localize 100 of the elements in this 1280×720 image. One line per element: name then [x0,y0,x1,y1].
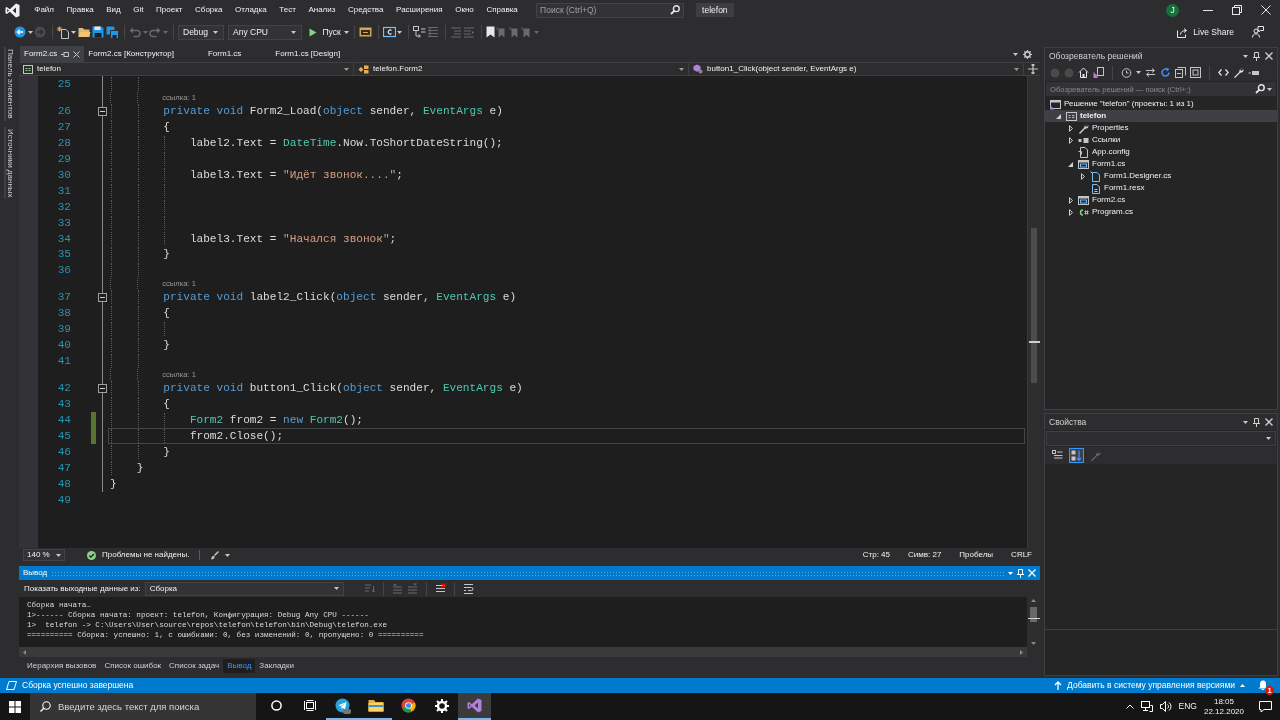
bottom-tab[interactable]: Список задач [165,659,224,673]
menu-item[interactable]: Средства [341,2,390,18]
code-line[interactable]: label3.Text = "Начался звонок"; [189,232,397,245]
document-tab[interactable]: Form1.cs [Design] [271,46,371,62]
code-line[interactable]: } [110,477,117,490]
output-source-dropdown[interactable]: Сборка [144,581,344,596]
side-tab[interactable]: Источники данных [3,126,16,200]
configuration-dropdown[interactable]: Debug [178,24,224,40]
code-line[interactable]: { [163,120,170,133]
tree-item[interactable]: Form1.Designer.cs [1045,170,1277,182]
window-icon[interactable] [359,26,373,38]
refresh-icon[interactable] [1160,67,1171,78]
search-field[interactable]: Поиск (Ctrl+Q) [536,2,685,18]
taskbar-search-field[interactable]: Введите здесь текст для поиска [30,693,256,720]
close-icon[interactable] [1265,52,1273,60]
collapsed-arrow-icon[interactable] [1068,196,1073,204]
caret-icon[interactable] [397,30,403,34]
code-icon[interactable] [1218,68,1229,77]
collapse-icon[interactable] [1175,67,1186,78]
code-line[interactable]: label2.Text = DateTime.Now.ToShortDateString(); [189,136,503,149]
live-share-button[interactable]: Live Share [1176,26,1234,38]
source-control-button[interactable]: Добавить в систему управления версиями [1067,680,1235,691]
line-ending-indicator[interactable]: CRLF [1011,550,1032,560]
home-icon[interactable] [1078,67,1089,78]
code-line[interactable]: } [136,461,144,474]
collapse-toggle-icon[interactable] [97,383,107,393]
code-line[interactable]: { [163,307,170,320]
settings-icon[interactable] [1023,49,1032,59]
column-indicator[interactable]: Симв: 27 [908,550,942,560]
frame-icon[interactable] [382,26,396,38]
platform-dropdown[interactable]: Any CPU [228,24,302,40]
tree-item[interactable]: Form1.resx [1045,182,1277,194]
back-icon[interactable] [14,26,26,38]
chevron-up-icon[interactable] [1125,704,1134,709]
code-line[interactable]: { [163,398,170,411]
clock-date[interactable]: 22.12.2020 [1203,706,1244,717]
clock-time[interactable]: 18:05 [1203,696,1244,707]
menu-item[interactable]: Окно [448,2,481,18]
tree-item[interactable]: App.config [1045,146,1277,158]
redo-icon[interactable] [149,26,161,38]
arrows-cross-icon[interactable] [1028,64,1038,74]
menu-item[interactable]: Правка [60,2,100,18]
menu-item[interactable]: Сборка [188,2,229,18]
collapsed-arrow-icon[interactable] [1068,136,1073,144]
restore-icon[interactable] [1231,5,1242,15]
folder-icon[interactable] [77,26,91,38]
menu-item[interactable]: Проект [149,2,189,18]
caret-icon[interactable] [27,30,33,34]
bell-icon[interactable] [1258,680,1268,691]
lines-arrow-icon[interactable] [363,583,375,594]
pin-icon[interactable] [1253,417,1260,427]
scroll-right-icon[interactable] [1020,649,1023,655]
scroll-up-icon[interactable] [1031,599,1036,602]
side-tab[interactable]: Панель элементов [3,47,16,121]
pin-icon[interactable] [61,50,70,58]
document-tab[interactable]: Form2.cs [Конструктор] [84,46,204,62]
code-line[interactable]: private void label2_Click(object sender, EventArgs e) [163,291,517,304]
swap-arrows-icon[interactable] [1145,67,1156,78]
menu-item[interactable]: Тест [272,2,303,18]
code-line[interactable]: } [163,445,170,458]
project-dropdown[interactable]: telefon [19,63,354,75]
zoom-dropdown[interactable]: 140 % [23,549,65,561]
speech-bubble-icon[interactable] [1259,700,1272,713]
search-icon[interactable] [1255,84,1265,94]
caret-icon[interactable] [1013,52,1018,56]
tree-item[interactable]: Form1.cs [1045,158,1277,170]
page-icon[interactable] [1093,67,1104,78]
new-file-icon[interactable] [56,25,70,39]
brush-icon[interactable] [210,550,220,560]
code-line[interactable]: from2.Close(); [189,430,284,443]
menu-item[interactable]: Справка [480,2,525,18]
scroll-down-icon[interactable] [1031,642,1036,645]
collapse-toggle-icon[interactable] [97,106,107,116]
code-line[interactable]: label3.Text = "Идёт звонок...."; [189,168,403,181]
tree-item[interactable]: telefon [1045,110,1277,122]
collapsed-arrow-icon[interactable] [1080,172,1085,180]
bottom-tab[interactable]: Список ошибок [100,659,166,673]
caret-icon[interactable] [1008,571,1013,575]
word-wrap-icon[interactable] [462,583,474,594]
document-tab[interactable]: Form2.cs [20,46,85,62]
type-dropdown[interactable]: telefon.Form2 [354,63,689,75]
line-indicator[interactable]: Стр: 45 [862,550,890,560]
close-icon[interactable] [1265,418,1273,426]
sort-icon[interactable] [1069,448,1084,463]
caret-icon[interactable] [1136,71,1141,74]
scrollbar-thumb[interactable] [1030,607,1037,622]
expanded-arrow-icon[interactable] [1068,161,1073,167]
nested-squares-icon[interactable] [1190,67,1201,78]
collapse-toggle-icon[interactable] [97,292,107,302]
clock-icon[interactable] [1121,67,1132,78]
caret-icon[interactable] [1243,420,1248,424]
tree-item[interactable]: Form2.cs [1045,194,1277,206]
caret-up-icon[interactable] [1240,684,1245,687]
feedback-icon[interactable] [1252,26,1264,38]
diagram-icon[interactable] [412,26,426,38]
bookmark-icon[interactable] [485,26,495,38]
collapsed-arrow-icon[interactable] [1068,124,1073,132]
menu-item[interactable]: Файл [28,2,61,18]
close-icon[interactable] [73,50,81,58]
windows-logo-icon[interactable] [9,700,21,713]
